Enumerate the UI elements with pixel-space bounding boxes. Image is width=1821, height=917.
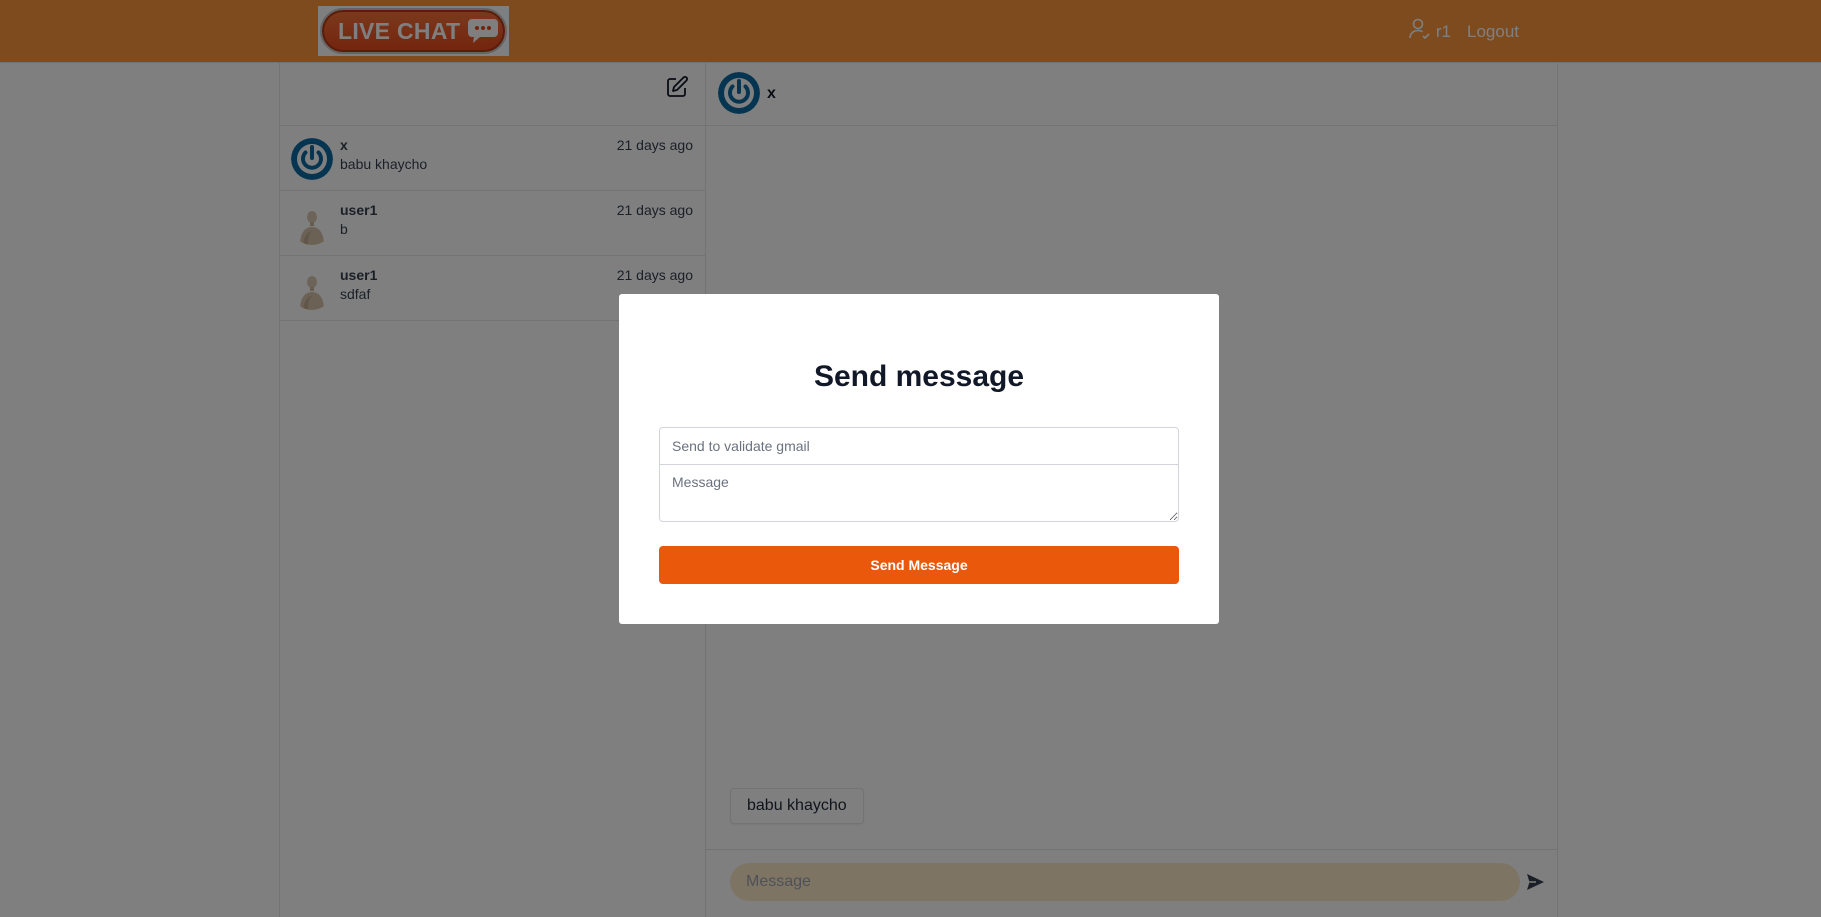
- modal-title: Send message: [813, 360, 1025, 393]
- send-message-modal: Send message Send Message: [619, 294, 1219, 624]
- modal-message-field[interactable]: [659, 464, 1179, 522]
- recipient-email-field[interactable]: [659, 427, 1179, 465]
- send-message-button[interactable]: Send Message: [659, 546, 1179, 584]
